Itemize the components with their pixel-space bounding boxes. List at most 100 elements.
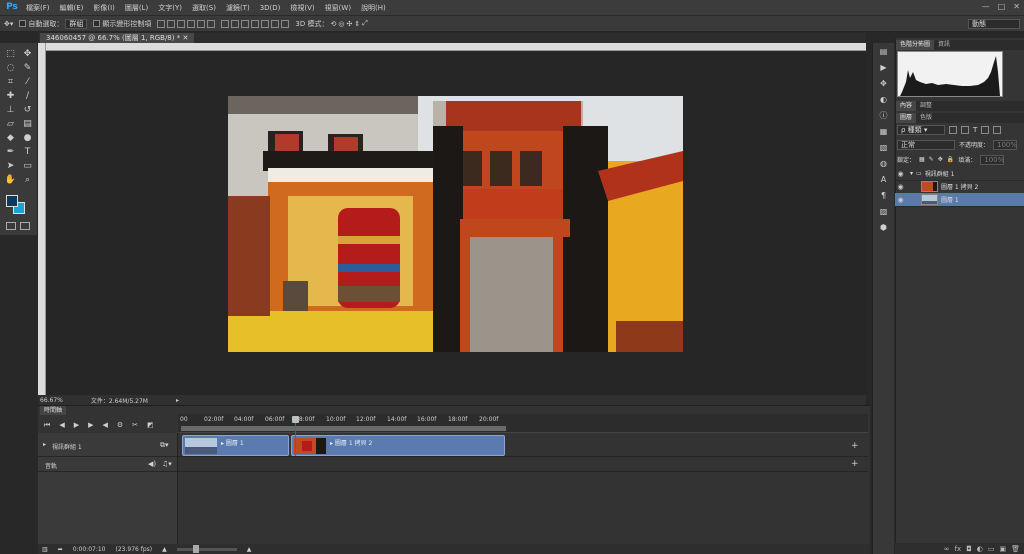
expand-arrow-icon[interactable]: ▾ [910, 170, 913, 177]
layer-row-selected[interactable]: ◉ 圖層 1 [895, 193, 1024, 207]
transition-icon[interactable]: ◩ [147, 421, 154, 429]
add-media-icon[interactable]: ⧉▾ [160, 441, 169, 450]
character-icon[interactable]: A [877, 173, 891, 186]
eyedropper-tool-icon[interactable]: ⁄ [19, 75, 36, 89]
distribute-left-icon[interactable] [251, 19, 260, 28]
tab-adjustments[interactable]: 調整 [916, 101, 936, 111]
distribute-bottom-icon[interactable] [241, 19, 250, 28]
3d-rotate-icon[interactable]: ⟲ [330, 20, 336, 28]
horizontal-ruler[interactable] [46, 43, 866, 51]
split-scissors-icon[interactable]: ✂ [132, 421, 138, 429]
swatches-icon[interactable]: ▨ [877, 205, 891, 218]
menu-view[interactable]: 檢視(V) [285, 0, 319, 16]
visibility-eye-icon[interactable]: ◉ [895, 183, 906, 191]
add-mask-icon[interactable]: ◘ [966, 545, 972, 553]
visibility-eye-icon[interactable]: ◉ [895, 196, 906, 204]
tab-properties[interactable]: 內容 [896, 101, 917, 111]
maximize-button[interactable]: □ [998, 2, 1006, 11]
zoom-out-icon[interactable]: ▲ [162, 546, 167, 553]
convert-frame-icon[interactable]: ▥ [42, 546, 48, 553]
audio-note-icon[interactable]: ♫▾ [162, 460, 172, 468]
filter-adjust-icon[interactable] [961, 125, 969, 134]
distribute-center-icon[interactable] [261, 19, 270, 28]
timeline-zoom-slider[interactable] [176, 544, 237, 553]
minimize-button[interactable]: — [982, 2, 990, 11]
layer-style-icon[interactable]: fx [955, 545, 962, 553]
healing-brush-tool-icon[interactable]: ✚ [2, 89, 19, 103]
quick-select-tool-icon[interactable]: ✎ [19, 61, 36, 75]
filter-type-icon[interactable]: T [973, 126, 977, 134]
move-tool-icon[interactable]: ✥ [19, 47, 36, 61]
auto-select-dropdown[interactable]: 群組 [65, 18, 88, 29]
layer-comps-icon[interactable]: ✥ [877, 77, 891, 90]
shape-tool-icon[interactable]: ▭ [19, 159, 36, 173]
auto-select-option[interactable]: 自動選取： 群組 [19, 18, 88, 29]
clone-stamp-tool-icon[interactable]: ⊥ [2, 103, 19, 117]
styles-icon[interactable]: ▦ [877, 125, 891, 138]
foreground-color-swatch[interactable] [6, 195, 18, 207]
new-group-icon[interactable]: ▭ [988, 545, 995, 553]
menu-3d[interactable]: 3D(D) [255, 0, 286, 16]
menu-filter[interactable]: 濾鏡(T) [221, 0, 255, 16]
delete-layer-icon[interactable]: 🗑 [1011, 545, 1020, 553]
dodge-tool-icon[interactable]: ● [19, 131, 36, 145]
blend-mode-dropdown[interactable]: 正常 [897, 139, 955, 150]
tab-layers[interactable]: 圖層 [896, 113, 917, 123]
fill-input[interactable]: 100% [980, 154, 1004, 165]
actions-panel-icon[interactable]: ▶ [877, 61, 891, 74]
render-icon[interactable]: ➦ [58, 546, 63, 553]
lock-transparent-icon[interactable]: ▦ [919, 156, 925, 163]
paragraph-icon[interactable]: ¶ [877, 189, 891, 202]
first-frame-icon[interactable]: ⏮ [44, 421, 50, 430]
type-tool-icon[interactable]: T [19, 145, 36, 159]
document-image[interactable] [228, 96, 683, 352]
align-right-icon[interactable] [207, 19, 216, 28]
3d-scale-icon[interactable]: ⤢ [362, 19, 368, 28]
adjustments-icon[interactable]: ◐ [877, 93, 891, 106]
play-icon[interactable]: ▶ [74, 421, 79, 429]
timeline-tab[interactable]: 時間軸 [40, 406, 67, 415]
next-frame-icon[interactable]: ▶ [88, 421, 93, 429]
quick-mask-icon[interactable] [6, 222, 16, 230]
menu-select[interactable]: 選取(S) [187, 0, 221, 16]
tab-channels[interactable]: 色版 [916, 113, 936, 123]
align-left-icon[interactable] [187, 19, 196, 28]
menu-help[interactable]: 說明(H) [356, 0, 391, 16]
new-layer-icon[interactable]: ▣ [999, 545, 1006, 553]
distribute-right-icon[interactable] [271, 19, 280, 28]
tab-histogram[interactable]: 色階分佈圖 [896, 40, 935, 50]
menu-type[interactable]: 文字(Y) [153, 0, 187, 16]
lock-pixels-icon[interactable]: ✎ [929, 156, 934, 163]
visibility-eye-icon[interactable]: ◉ [895, 170, 906, 178]
zoom-in-icon[interactable]: ▲ [247, 546, 252, 553]
vertical-ruler[interactable] [38, 43, 46, 395]
close-button[interactable]: ✕ [1013, 2, 1020, 11]
lock-all-icon[interactable]: 🔒 [947, 156, 954, 163]
channels-icon[interactable]: ▧ [877, 141, 891, 154]
layer-group-row[interactable]: ◉ ▾ ▭ 視訊群組 1 [895, 167, 1024, 181]
paths-icon[interactable]: ◍ [877, 157, 891, 170]
expand-arrow-icon[interactable]: ▸ [43, 441, 46, 448]
marquee-tool-icon[interactable]: ⬚ [2, 47, 19, 61]
playhead-handle[interactable] [292, 416, 299, 423]
menu-window[interactable]: 視窗(W) [320, 0, 356, 16]
zoom-slider-handle[interactable] [192, 544, 199, 553]
show-transform-checkbox[interactable] [93, 20, 101, 27]
new-adjustment-icon[interactable]: ◐ [977, 545, 983, 553]
3d-panel-icon[interactable]: ⬢ [877, 221, 891, 234]
path-select-tool-icon[interactable]: ➤ [2, 159, 19, 173]
align-top-icon[interactable] [157, 19, 166, 28]
prev-frame-icon[interactable]: ◀ [59, 421, 64, 429]
align-bottom-icon[interactable] [177, 19, 186, 28]
add-audio-plus-icon[interactable]: + [851, 459, 859, 469]
filter-smart-icon[interactable] [993, 125, 1002, 134]
document-tab[interactable]: 346060457 @ 66.7% (圖層 1, RGB/8) * ✕ [40, 33, 195, 43]
menu-layer[interactable]: 圖層(L) [120, 0, 153, 16]
hand-tool-icon[interactable]: ✋ [2, 173, 19, 187]
eraser-tool-icon[interactable]: ▱ [2, 117, 19, 131]
timeline-clip[interactable]: ▸ 圖層 1 拷貝 2 [291, 435, 505, 456]
gradient-tool-icon[interactable]: ▤ [19, 117, 36, 131]
layer-filter-dropdown[interactable]: ρ 種類 ▾ [897, 124, 945, 135]
3d-slide-icon[interactable]: ⇕ [354, 20, 360, 28]
show-transform-option[interactable]: 顯示變形控制項 [93, 19, 151, 29]
